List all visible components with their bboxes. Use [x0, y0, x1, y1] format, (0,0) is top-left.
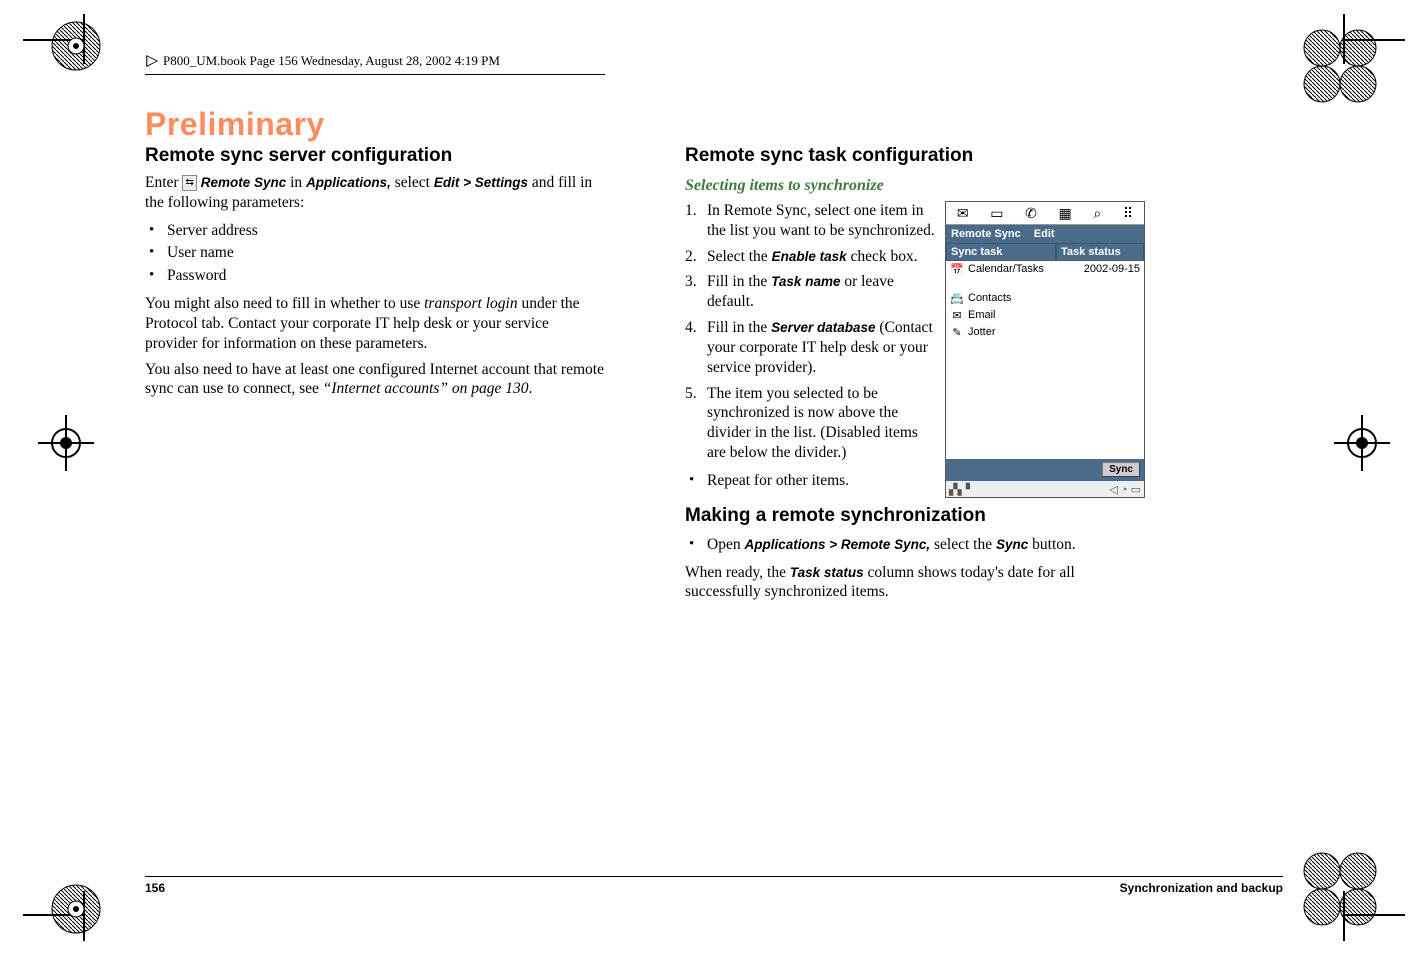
section-heading: Making a remote synchronization	[685, 505, 1145, 527]
registration-mark-icon	[38, 415, 94, 471]
device-statusbar: ▞▖▘ ◁ ◔ ▭	[946, 481, 1144, 497]
signal-icon: ▞▖▘	[949, 483, 974, 496]
device-menubar: Remote Sync Edit	[946, 225, 1144, 243]
list-item: In Remote Sync, select one item in the l…	[685, 201, 935, 241]
ordered-list: In Remote Sync, select one item in the l…	[685, 201, 935, 463]
table-row: 📅 Calendar/Tasks 2002-09-15	[946, 261, 1144, 278]
section-heading: Remote sync server configuration	[145, 145, 605, 167]
sync-button: Sync	[1102, 462, 1140, 477]
table-row: ✎Jotter	[946, 324, 1144, 341]
calendar-icon: 📅	[950, 263, 964, 276]
cell-text: 2002-09-15	[1066, 263, 1140, 276]
column-header: Sync task	[946, 243, 1056, 261]
list-item: Open Applications > Remote Sync, select …	[685, 535, 1145, 555]
device-buttonbar: Sync	[946, 459, 1144, 481]
column-header: Task status	[1056, 243, 1144, 261]
cell-text: Contacts	[964, 292, 1066, 305]
device-toolbar: ✉ ▭ ✆ ▦ ⌕ ⠿	[946, 202, 1144, 225]
paragraph: You might also need to fill in whether t…	[145, 294, 605, 353]
table-header: Sync task Task status	[946, 243, 1144, 261]
registration-mark-icon	[1300, 849, 1380, 929]
bullet-list: Open Applications > Remote Sync, select …	[685, 535, 1145, 555]
book-icon	[145, 52, 159, 69]
list-item: The item you selected to be synchronized…	[685, 384, 935, 463]
list-item: Select the Enable task check box.	[685, 247, 935, 267]
list-item: Fill in the Task name or leave default.	[685, 272, 935, 312]
status-icons: ◁ ◔ ▭	[1109, 483, 1141, 496]
table-row: ✉Email	[946, 307, 1144, 324]
list-item: Fill in the Server database (Contact you…	[685, 318, 935, 377]
menu-edit: Edit	[1034, 228, 1055, 240]
email-icon: ✉	[950, 309, 964, 322]
page-header: P800_UM.book Page 156 Wednesday, August …	[145, 52, 605, 82]
book-icon: ▭	[990, 205, 1003, 222]
cell-text: Email	[964, 309, 1066, 322]
list-item: Server address	[145, 221, 605, 241]
registration-mark-icon	[1334, 415, 1390, 471]
header-text: P800_UM.book Page 156 Wednesday, August …	[163, 53, 500, 68]
registration-mark-icon	[48, 18, 104, 74]
remote-sync-app-icon: ⇆	[182, 175, 196, 191]
menu-app: Remote Sync	[951, 228, 1021, 240]
paragraph: When ready, the Task status column shows…	[685, 563, 1145, 603]
paragraph: Enter ⇆ Remote Sync in Applications, sel…	[145, 173, 605, 213]
calendar-icon: ▦	[1059, 205, 1072, 222]
search-icon: ⌕	[1093, 205, 1101, 222]
paragraph: You also need to have at least one confi…	[145, 360, 605, 400]
registration-mark-icon	[48, 881, 104, 937]
watermark-text: Preliminary	[145, 106, 1283, 143]
page-number: 156	[145, 881, 165, 895]
apps-icon: ⠿	[1123, 205, 1133, 222]
registration-mark-icon	[1300, 26, 1380, 106]
section-heading: Remote sync task configuration	[685, 145, 1145, 167]
cell-text: Jotter	[964, 326, 1066, 339]
mail-icon: ✉	[957, 205, 969, 222]
table-row: 📇Contacts	[946, 290, 1144, 307]
jotter-icon: ✎	[950, 326, 964, 339]
device-screenshot: ✉ ▭ ✆ ▦ ⌕ ⠿ Remote Sync Edit Sync task T…	[945, 201, 1145, 498]
section-name: Synchronization and backup	[1120, 881, 1283, 895]
cell-text: Calendar/Tasks	[964, 263, 1066, 276]
sub-heading: Selecting items to synchronize	[685, 177, 1145, 195]
list-item: User name	[145, 243, 605, 263]
contacts-icon: 📇	[950, 292, 964, 305]
list-item: Password	[145, 266, 605, 286]
page-footer: 156 Synchronization and backup	[145, 876, 1283, 895]
bullet-list: Server address User name Password	[145, 221, 605, 286]
phone-icon: ✆	[1025, 205, 1037, 222]
